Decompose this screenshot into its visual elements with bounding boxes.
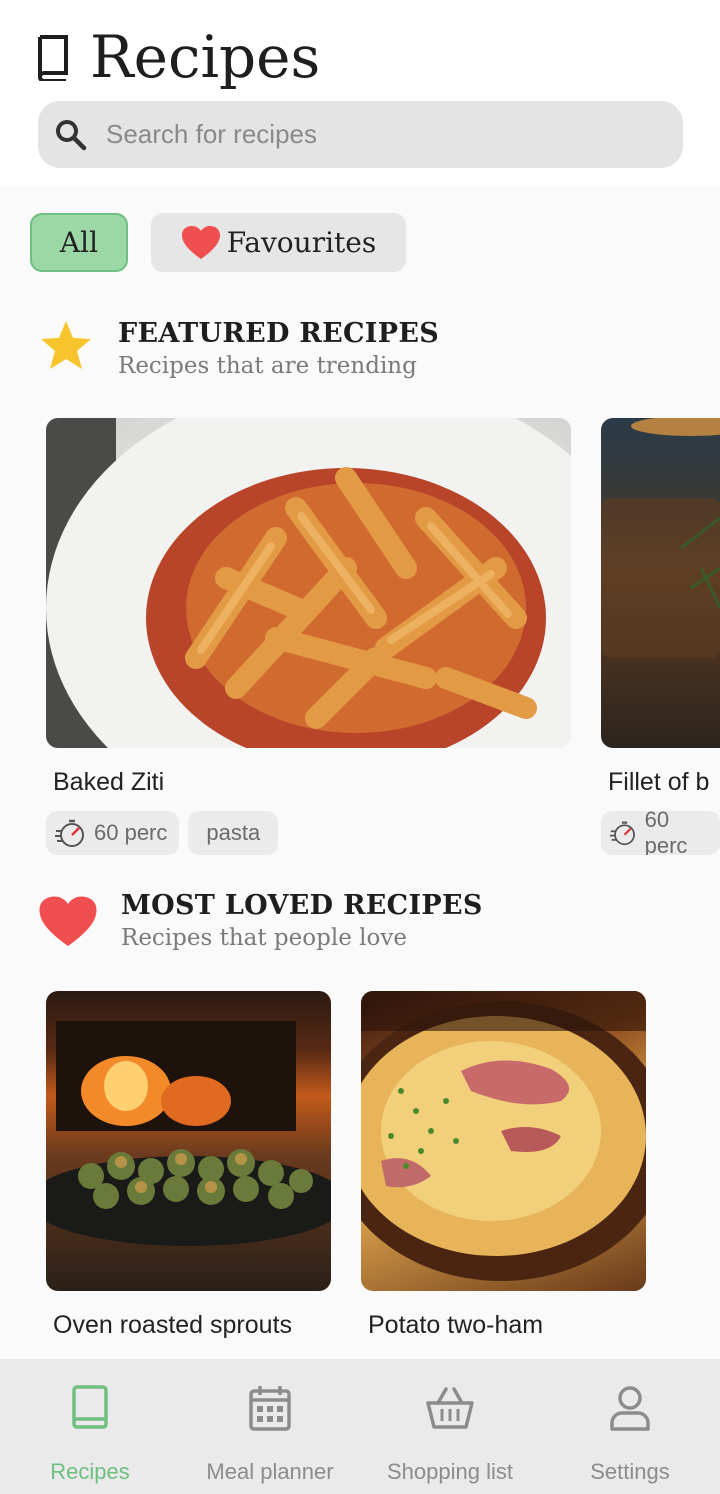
category-tag: pasta bbox=[188, 811, 279, 855]
title-row: Recipes bbox=[34, 22, 320, 92]
featured-card[interactable]: Fillet of b 60 perc bbox=[601, 418, 720, 855]
search-icon bbox=[56, 119, 87, 150]
sprouts-image bbox=[46, 991, 331, 1291]
nav-item-shopping-list[interactable]: Shopping list bbox=[360, 1359, 540, 1494]
fillet-image bbox=[601, 418, 720, 748]
person-icon bbox=[610, 1386, 650, 1431]
recipe-name: Oven roasted sprouts bbox=[53, 1311, 293, 1339]
loved-title: MOST LOVED RECIPES bbox=[121, 890, 483, 921]
nav-item-recipes[interactable]: Recipes bbox=[0, 1359, 180, 1494]
filter-favourites-label: Favourites bbox=[226, 226, 377, 259]
recipe-tags: 60 perc pasta bbox=[46, 811, 571, 855]
nav-item-settings[interactable]: Settings bbox=[540, 1359, 720, 1494]
loved-section-header: MOST LOVED RECIPES Recipes that people l… bbox=[38, 890, 483, 951]
book-icon bbox=[72, 1385, 108, 1429]
filter-all-label: All bbox=[59, 226, 99, 259]
basket-icon bbox=[426, 1387, 474, 1429]
potato-ham-image bbox=[361, 991, 646, 1291]
bottom-navigation: Recipes Meal planner Shopping list Setti… bbox=[0, 1359, 720, 1494]
time-label: 60 perc bbox=[94, 820, 168, 845]
featured-title: FEATURED RECIPES bbox=[118, 318, 440, 349]
search-input[interactable] bbox=[104, 118, 648, 151]
featured-subtitle: Recipes that are trending bbox=[118, 353, 417, 379]
heart-icon bbox=[181, 225, 220, 259]
category-label: pasta bbox=[206, 820, 261, 845]
time-tag: 60 perc bbox=[46, 811, 180, 855]
page-title: Recipes bbox=[90, 23, 321, 91]
loved-subtitle: Recipes that people love bbox=[121, 925, 407, 951]
featured-section-header: FEATURED RECIPES Recipes that are trendi… bbox=[38, 318, 439, 379]
loved-card[interactable]: Oven roasted sprouts bbox=[46, 991, 331, 1340]
filter-all-chip[interactable]: All bbox=[30, 213, 128, 272]
nav-label: Recipes bbox=[50, 1459, 130, 1484]
baked-ziti-image bbox=[46, 418, 571, 748]
recipe-name: Fillet of b bbox=[608, 768, 710, 796]
nav-label: Settings bbox=[590, 1459, 670, 1484]
stopwatch-icon bbox=[609, 821, 635, 846]
loved-card[interactable]: Potato two-ham bbox=[361, 991, 646, 1340]
nav-label: Shopping list bbox=[387, 1459, 513, 1484]
recipe-name: Baked Ziti bbox=[53, 768, 165, 796]
recipe-tags: 60 perc bbox=[601, 807, 720, 855]
search-bar[interactable] bbox=[38, 101, 683, 168]
stopwatch-icon bbox=[55, 819, 84, 847]
app-header: Recipes bbox=[0, 0, 720, 185]
filter-favourites-chip[interactable]: Favourites bbox=[151, 213, 406, 272]
calendar-icon bbox=[249, 1386, 291, 1431]
featured-card[interactable]: Baked Ziti 60 perc pasta bbox=[46, 418, 571, 855]
nav-item-meal-planner[interactable]: Meal planner bbox=[180, 1359, 360, 1494]
heart-icon bbox=[39, 896, 97, 946]
star-icon bbox=[41, 321, 91, 369]
time-label: 60 perc bbox=[644, 807, 688, 855]
recipe-name: Potato two-ham bbox=[368, 1311, 544, 1339]
time-tag: 60 perc bbox=[601, 807, 720, 855]
nav-label: Meal planner bbox=[206, 1459, 334, 1484]
book-icon bbox=[38, 35, 68, 81]
